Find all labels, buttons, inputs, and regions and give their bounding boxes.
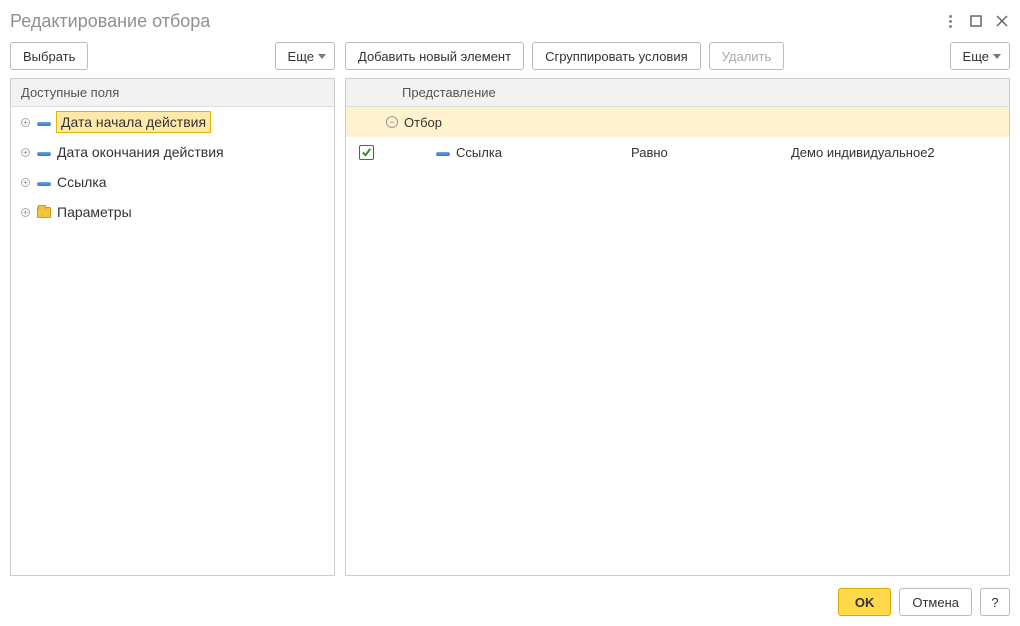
right-more-button[interactable]: Еще: [950, 42, 1010, 70]
filter-header: Представление: [346, 79, 1009, 107]
expand-icon[interactable]: [19, 206, 31, 218]
condition-value: Демо индивидуальное2: [791, 145, 1009, 160]
menu-icon[interactable]: [942, 13, 958, 29]
tree-label: Ссылка: [57, 174, 107, 190]
select-button[interactable]: Выбрать: [10, 42, 88, 70]
filter-root-row[interactable]: − Отбор: [346, 107, 1009, 137]
delete-button[interactable]: Удалить: [709, 42, 785, 70]
tree-label: Параметры: [57, 204, 132, 220]
filter-editor-window: Редактирование отбора Выбрать Еще Добави…: [0, 0, 1020, 626]
cancel-button[interactable]: Отмена: [899, 588, 972, 616]
available-fields-panel: Доступные поля Дата начала действия Дата…: [10, 78, 335, 576]
expand-icon[interactable]: [19, 176, 31, 188]
window-controls: [942, 13, 1010, 29]
left-more-label: Еще: [288, 49, 314, 64]
filter-root-label: Отбор: [404, 115, 442, 130]
condition-field: Ссылка: [456, 145, 502, 160]
condition-operator: Равно: [631, 145, 791, 160]
field-icon: [436, 152, 450, 156]
folder-icon: [37, 207, 51, 218]
titlebar: Редактирование отбора: [10, 8, 1010, 34]
filter-panel: Представление − Отбор: [345, 78, 1010, 576]
ok-button[interactable]: OK: [838, 588, 892, 616]
chevron-down-icon: [993, 54, 1001, 59]
tree-row[interactable]: Дата начала действия: [11, 107, 334, 137]
tree-row[interactable]: Параметры: [11, 197, 334, 227]
tree-row[interactable]: Ссылка: [11, 167, 334, 197]
dialog-footer: OK Отмена ?: [838, 588, 1010, 616]
filter-condition-row[interactable]: Ссылка Равно Демо индивидуальное2: [346, 137, 1009, 167]
left-more-button[interactable]: Еще: [275, 42, 335, 70]
right-toolbar: Добавить новый элемент Сгруппировать усл…: [345, 42, 1010, 70]
window-title: Редактирование отбора: [10, 11, 942, 32]
available-fields-tree[interactable]: Дата начала действия Дата окончания дейс…: [11, 107, 334, 575]
help-button[interactable]: ?: [980, 588, 1010, 616]
maximize-icon[interactable]: [968, 13, 984, 29]
main-panels: Доступные поля Дата начала действия Дата…: [10, 78, 1010, 576]
field-icon: [37, 152, 51, 156]
field-icon: [37, 122, 51, 126]
row-checkbox[interactable]: [359, 145, 374, 160]
expand-icon[interactable]: [19, 116, 31, 128]
add-element-button[interactable]: Добавить новый элемент: [345, 42, 524, 70]
tree-label: Дата начала действия: [57, 112, 210, 132]
filter-rows[interactable]: − Отбор Ссылка: [346, 107, 1009, 575]
available-fields-header: Доступные поля: [11, 79, 334, 107]
tree-label: Дата окончания действия: [57, 144, 224, 160]
right-more-label: Еще: [963, 49, 989, 64]
collapse-icon[interactable]: −: [386, 116, 398, 128]
chevron-down-icon: [318, 54, 326, 59]
group-conditions-button[interactable]: Сгруппировать условия: [532, 42, 701, 70]
representation-header: Представление: [396, 85, 999, 100]
left-toolbar: Выбрать Еще: [10, 42, 335, 70]
close-icon[interactable]: [994, 13, 1010, 29]
field-icon: [37, 182, 51, 186]
tree-row[interactable]: Дата окончания действия: [11, 137, 334, 167]
expand-icon[interactable]: [19, 146, 31, 158]
toolbars: Выбрать Еще Добавить новый элемент Сгруп…: [10, 42, 1010, 70]
